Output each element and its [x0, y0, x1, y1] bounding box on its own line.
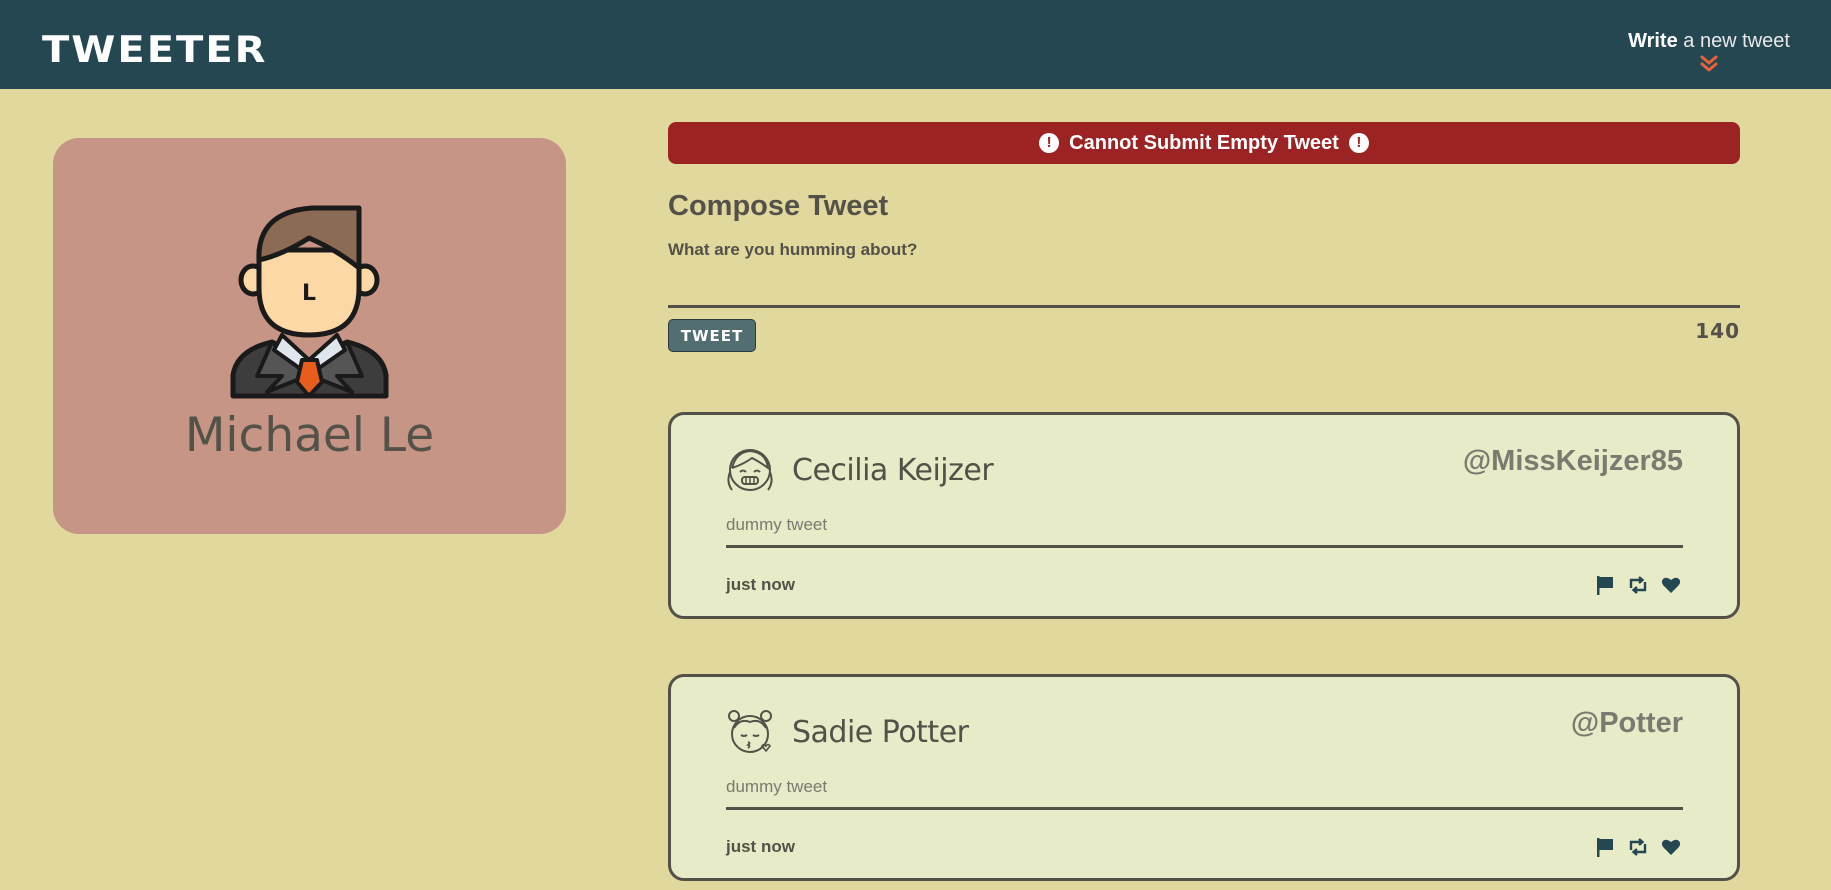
heart-icon[interactable]	[1661, 837, 1681, 857]
profile-name: Michael Le	[184, 408, 435, 463]
retweet-icon[interactable]	[1628, 575, 1648, 595]
exclamation-circle-icon: !	[1039, 133, 1060, 153]
compose-tweet-input[interactable]	[668, 268, 1740, 308]
compose-title: Compose Tweet	[668, 190, 889, 222]
double-chevron-down-icon	[1700, 55, 1718, 72]
tweet-card: Sadie Potter @Potter dummy tweet just no…	[668, 674, 1740, 881]
write-rest-text: a new tweet	[1677, 30, 1790, 52]
tweet-submit-button[interactable]: TWEET	[668, 319, 756, 352]
write-bold-text: Write	[1628, 30, 1678, 52]
tweet-timestamp: just now	[726, 837, 795, 856]
retweet-icon[interactable]	[1628, 837, 1648, 857]
brand-logo[interactable]: TWEETER	[42, 32, 267, 69]
error-message: Cannot Submit Empty Tweet	[1069, 131, 1339, 154]
exclamation-circle-icon: !	[1348, 133, 1369, 153]
write-new-tweet-button[interactable]: Write a new tweet	[1628, 30, 1790, 73]
tweet-card: Cecilia Keijzer @MissKeijzer85 dummy twe…	[668, 412, 1740, 619]
tweet-author-name: Cecilia Keijzer	[792, 453, 994, 488]
tweet-actions	[1595, 575, 1681, 595]
girl-braces-avatar-icon	[727, 449, 773, 491]
businessman-avatar-icon: L	[230, 205, 389, 399]
tweet-author-handle: @MissKeijzer85	[1462, 445, 1683, 477]
girl-kiss-avatar-icon	[728, 710, 772, 753]
tweet-divider	[726, 545, 1683, 548]
avatar-initial: L	[302, 281, 316, 306]
tweet-timestamp: just now	[726, 575, 795, 594]
error-banner: ! Cannot Submit Empty Tweet !	[668, 122, 1740, 164]
character-counter: 140	[1695, 319, 1740, 343]
tweet-text: dummy tweet	[726, 515, 828, 534]
flag-icon[interactable]	[1595, 575, 1615, 595]
tweet-divider	[726, 807, 1683, 810]
tweet-actions	[1595, 837, 1681, 857]
tweet-text: dummy tweet	[726, 777, 828, 796]
top-nav: TWEETER Write a new tweet	[0, 0, 1831, 89]
tweet-author-handle: @Potter	[1570, 707, 1683, 739]
compose-label: What are you humming about?	[668, 240, 918, 259]
write-new-tweet-label: Write a new tweet	[1628, 30, 1790, 53]
profile-card: L Michael Le	[53, 138, 566, 534]
tweet-author-name: Sadie Potter	[792, 715, 969, 750]
flag-icon[interactable]	[1595, 837, 1615, 857]
heart-icon[interactable]	[1661, 575, 1681, 595]
